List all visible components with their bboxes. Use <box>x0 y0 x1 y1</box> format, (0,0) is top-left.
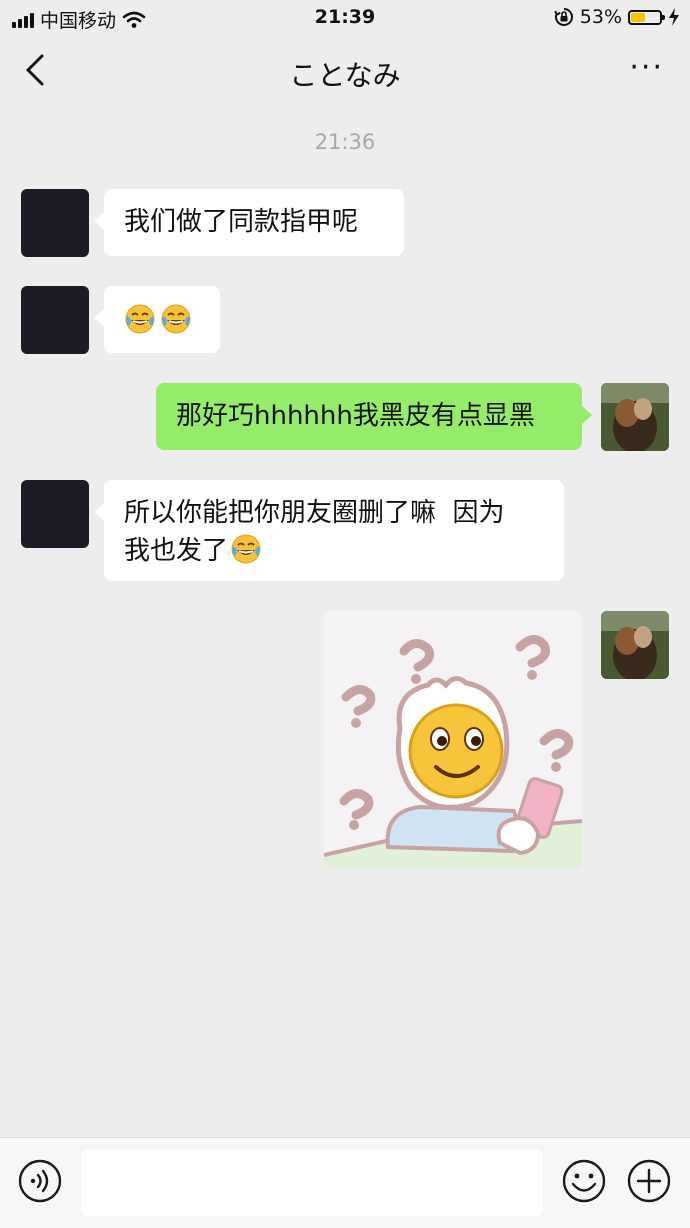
outgoing-message-bubble[interactable]: 那好巧hhhhhh我黑皮有点显黑 <box>156 383 592 450</box>
chat-title: ことなみ <box>289 59 401 92</box>
message-input[interactable] <box>81 1150 543 1216</box>
message-text: 我们做了同款指甲呢 <box>124 207 359 237</box>
sticker-message[interactable] <box>324 611 582 868</box>
message-text: 那好巧hhhhhh我黑皮有点显黑 <box>176 401 535 431</box>
contact-avatar[interactable] <box>21 286 89 354</box>
more-options-button[interactable]: ··· <box>629 53 664 83</box>
plus-icon[interactable] <box>627 1159 671 1203</box>
message-timestamp: 21:36 <box>314 130 376 154</box>
rotation-lock-icon <box>554 8 573 26</box>
message-text-line1: 所以你能把你朋友圈删了嘛 因为 <box>124 498 505 528</box>
contact-avatar[interactable] <box>21 480 89 548</box>
status-bar: 中国移动 21:39 53% <box>0 0 690 36</box>
avatar-photo <box>601 611 669 679</box>
incoming-message-bubble[interactable]: 所以你能把你朋友圈删了嘛 因为 我也发了 <box>94 480 564 581</box>
avatar-photo <box>601 383 669 451</box>
contact-avatar[interactable] <box>21 189 89 257</box>
charging-icon <box>669 8 679 26</box>
my-avatar[interactable] <box>601 611 669 679</box>
confused-smiley-sticker-icon <box>324 611 582 868</box>
voice-icon[interactable] <box>18 1159 62 1203</box>
message-text: 我也发了 <box>124 536 229 566</box>
incoming-emoji-bubble[interactable] <box>94 286 220 353</box>
tears-of-joy-emoji-icon <box>160 303 192 335</box>
chat-header: ことなみ ··· <box>0 36 690 106</box>
message-text-line2: 我也发了 <box>124 532 544 570</box>
status-right: 53% <box>554 6 680 28</box>
battery-percent: 53% <box>579 6 622 28</box>
my-avatar[interactable] <box>601 383 669 451</box>
tears-of-joy-emoji-icon <box>230 533 262 565</box>
input-bar <box>0 1137 690 1228</box>
battery-fill <box>631 12 645 22</box>
tears-of-joy-emoji-icon <box>124 303 156 335</box>
battery-icon <box>628 9 665 25</box>
emoji-icon[interactable] <box>562 1159 606 1203</box>
incoming-message-bubble[interactable]: 我们做了同款指甲呢 <box>94 189 404 256</box>
